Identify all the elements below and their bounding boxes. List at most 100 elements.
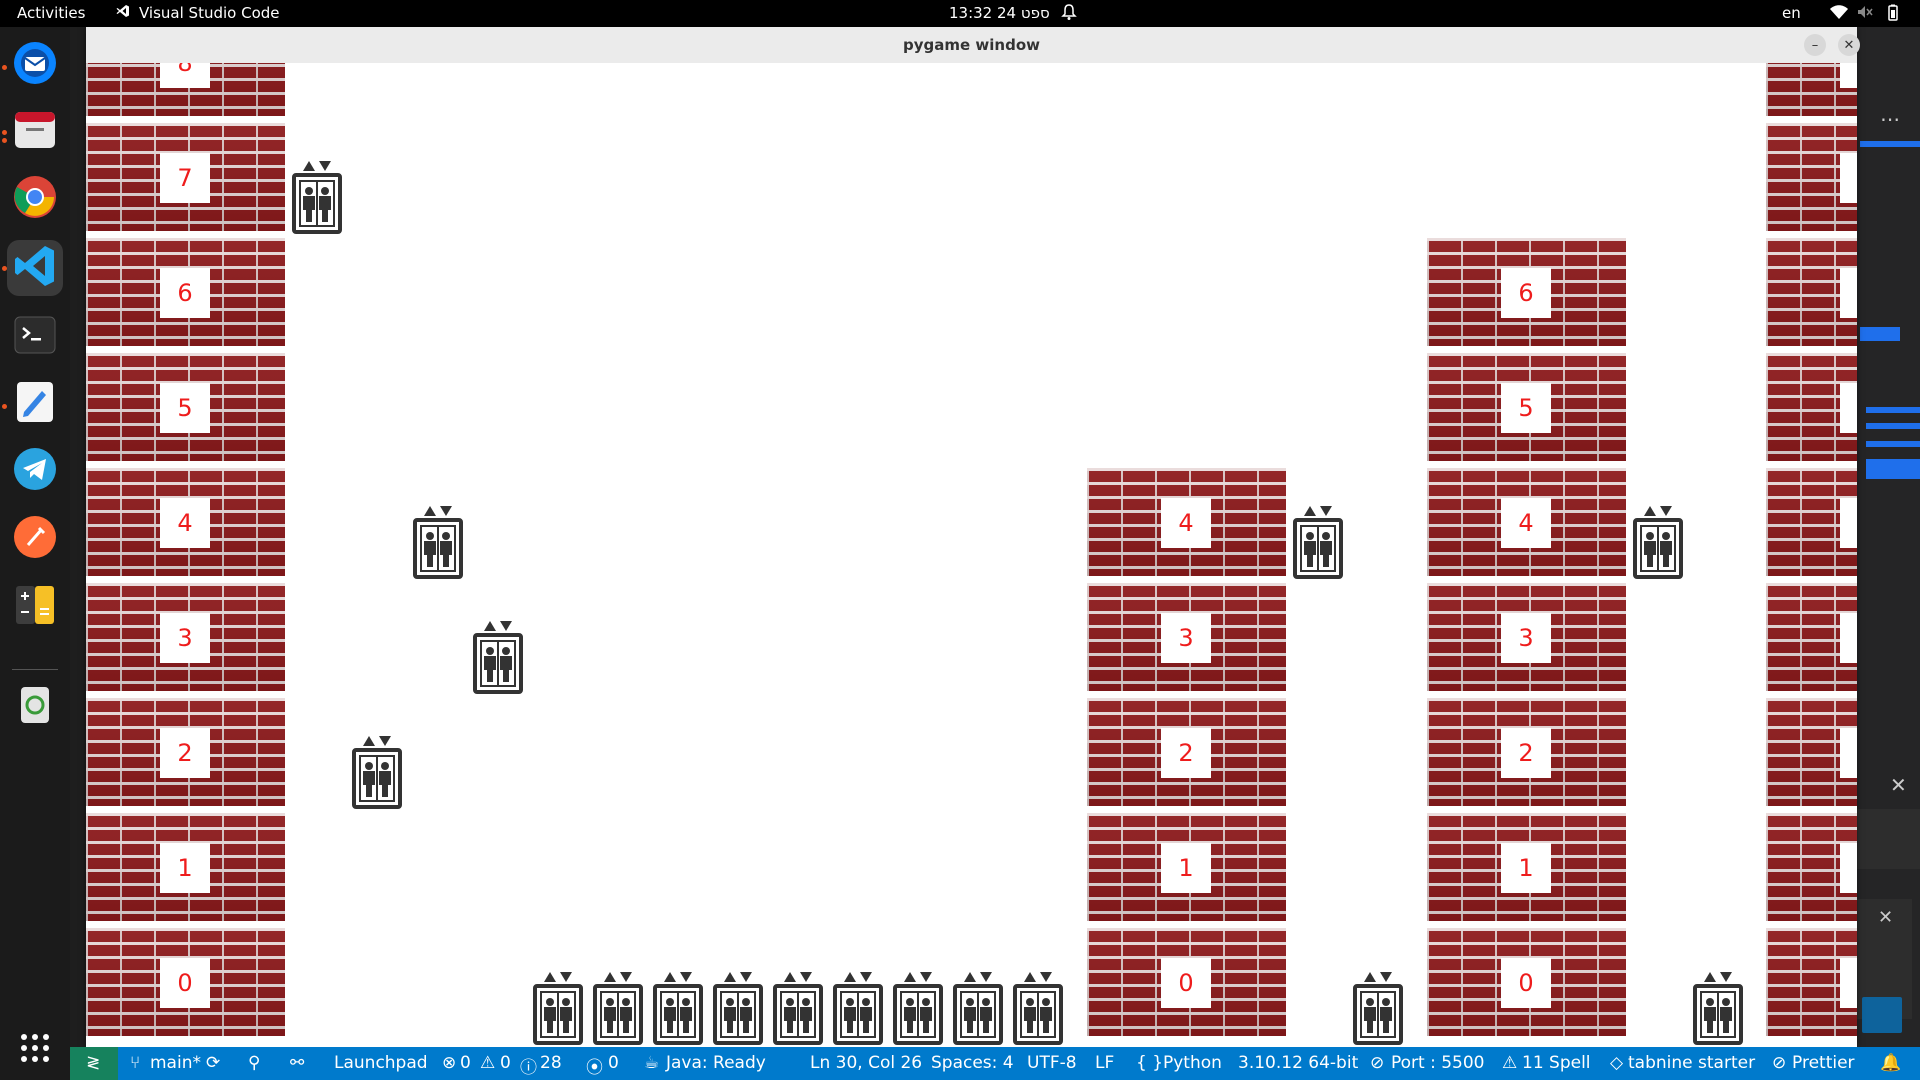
close-window-button[interactable]: ✕ — [1838, 34, 1860, 56]
dock-chrome[interactable] — [7, 171, 63, 227]
elevator-icon[interactable] — [1353, 969, 1403, 1045]
live-server-icon: ⊘ — [1370, 1053, 1385, 1073]
elevator-icon[interactable] — [893, 969, 943, 1045]
building-floor: 0 — [1087, 928, 1286, 1036]
floor-number[interactable]: 1 — [160, 843, 210, 893]
elevator-icon[interactable] — [1293, 503, 1343, 579]
floor-number[interactable]: 0 — [1501, 958, 1551, 1008]
floor-number[interactable]: 7 — [160, 153, 210, 203]
minimize-button[interactable]: – — [1804, 34, 1826, 56]
floor-number[interactable]: 1 — [1840, 843, 1857, 893]
floor-number[interactable]: 6 — [1501, 268, 1551, 318]
info-count[interactable]: 28 — [540, 1053, 562, 1073]
elevator-icon[interactable] — [713, 969, 763, 1045]
dock-telegram[interactable] — [7, 443, 63, 499]
close-icon: ✕ — [1843, 37, 1855, 53]
elevator-icon[interactable] — [1693, 969, 1743, 1045]
more-actions-icon[interactable]: ⋯ — [1880, 107, 1900, 131]
minimap-highlight — [1866, 407, 1920, 413]
indentation[interactable]: Spaces: 4 — [931, 1053, 1014, 1073]
floor-number[interactable]: 0 — [1840, 958, 1857, 1008]
close-notification-icon[interactable]: ✕ — [1878, 907, 1893, 928]
notifications-bell-icon[interactable]: 🔔 — [1880, 1053, 1901, 1073]
dock-files[interactable] — [7, 103, 63, 159]
cursor-position[interactable]: Ln 30, Col 26 — [810, 1053, 922, 1073]
floor-number[interactable]: 3 — [1840, 613, 1857, 663]
elevator-icon[interactable] — [833, 969, 883, 1045]
python-interpreter[interactable]: 3.10.12 64-bit — [1238, 1053, 1358, 1073]
elevator-icon[interactable] — [1013, 969, 1063, 1045]
app-menu-label[interactable]: Visual Studio Code — [139, 4, 280, 22]
error-count[interactable]: 0 — [460, 1053, 471, 1073]
spell-check[interactable]: 11 Spell — [1522, 1053, 1591, 1073]
dock-postman[interactable] — [7, 511, 63, 567]
floor-number[interactable]: 3 — [1161, 613, 1211, 663]
sync-icon[interactable]: ⟳ — [206, 1053, 220, 1073]
java-icon: ☕ — [644, 1053, 660, 1073]
floor-number[interactable]: 0 — [1161, 958, 1211, 1008]
dock-calculator[interactable] — [7, 579, 63, 635]
floor-number[interactable]: 5 — [160, 383, 210, 433]
elevator-icon[interactable] — [533, 969, 583, 1045]
window-titlebar[interactable]: pygame window – ✕ — [86, 27, 1860, 64]
floor-number[interactable]: 8 — [1840, 63, 1857, 88]
encoding[interactable]: UTF-8 — [1027, 1053, 1077, 1073]
floor-number[interactable]: 2 — [1501, 728, 1551, 778]
prettier-status[interactable]: Prettier — [1792, 1053, 1855, 1073]
floor-number[interactable]: 4 — [1501, 498, 1551, 548]
floor-number[interactable]: 1 — [1161, 843, 1211, 893]
elevator-icon[interactable] — [1633, 503, 1683, 579]
floor-number[interactable]: 3 — [160, 613, 210, 663]
remote-indicator-button[interactable]: ≷ — [70, 1047, 118, 1080]
ports-count[interactable]: 0 — [608, 1053, 619, 1073]
activities-button[interactable]: Activities — [17, 4, 85, 22]
clock[interactable]: 13:32 24 ספט — [949, 4, 1050, 22]
floor-number[interactable]: 2 — [1161, 728, 1211, 778]
floor-number[interactable]: 2 — [1840, 728, 1857, 778]
elevator-icon[interactable] — [953, 969, 1003, 1045]
close-panel-icon[interactable]: ✕ — [1890, 773, 1907, 797]
floor-number[interactable]: 6 — [160, 268, 210, 318]
floor-number[interactable]: 6 — [1840, 268, 1857, 318]
dock-trash[interactable] — [7, 678, 63, 734]
floor-number[interactable]: 4 — [1161, 498, 1211, 548]
floor-number[interactable]: 8 — [160, 63, 210, 88]
language-mode[interactable]: Python — [1163, 1053, 1222, 1073]
notification-action-button[interactable] — [1862, 997, 1902, 1033]
git-branch[interactable]: main* — [150, 1053, 201, 1073]
elevator-icon[interactable] — [352, 733, 402, 809]
pygame-window[interactable]: pygame window – ✕ 0123456780123401234560… — [86, 27, 1860, 1047]
git-graph-icon[interactable]: ⚲ — [248, 1053, 260, 1073]
floor-number[interactable]: 5 — [1501, 383, 1551, 433]
elevator-icon[interactable] — [292, 158, 342, 234]
show-apps-button[interactable] — [7, 1022, 63, 1078]
dock-text-editor[interactable] — [7, 376, 63, 432]
live-server-port[interactable]: Port : 5500 — [1391, 1053, 1485, 1073]
language-indicator[interactable]: en — [1782, 4, 1801, 22]
floor-number[interactable]: 0 — [160, 958, 210, 1008]
building-floor: 0 — [86, 928, 285, 1036]
launchpad-button[interactable]: Launchpad — [334, 1053, 428, 1073]
game-canvas[interactable]: 0 1 2 3 4 5 6 7 8 0 1 2 3 4 0 1 2 3 4 5 6 0 1 2 3 4 5 6 7 8 — [86, 63, 1857, 1047]
floor-number[interactable]: 4 — [160, 498, 210, 548]
dock-thunderbird[interactable] — [7, 37, 63, 93]
floor-number[interactable]: 7 — [1840, 153, 1857, 203]
floor-number[interactable]: 2 — [160, 728, 210, 778]
floor-number[interactable]: 3 — [1501, 613, 1551, 663]
elevator-icon[interactable] — [473, 618, 523, 694]
warning-count[interactable]: 0 — [500, 1053, 511, 1073]
floor-number[interactable]: 4 — [1840, 498, 1857, 548]
java-status[interactable]: Java: Ready — [666, 1053, 766, 1073]
floor-number[interactable]: 5 — [1840, 383, 1857, 433]
launchpad-icon: ⚯ — [290, 1053, 305, 1073]
elevator-icon[interactable] — [653, 969, 703, 1045]
battery-icon[interactable] — [1885, 4, 1901, 26]
dock-terminal[interactable] — [7, 309, 63, 365]
elevator-icon[interactable] — [593, 969, 643, 1045]
end-of-line[interactable]: LF — [1095, 1053, 1114, 1073]
elevator-icon[interactable] — [773, 969, 823, 1045]
tabnine-status[interactable]: tabnine starter — [1628, 1053, 1755, 1073]
dock-vscode[interactable] — [7, 240, 63, 296]
elevator-icon[interactable] — [413, 503, 463, 579]
floor-number[interactable]: 1 — [1501, 843, 1551, 893]
